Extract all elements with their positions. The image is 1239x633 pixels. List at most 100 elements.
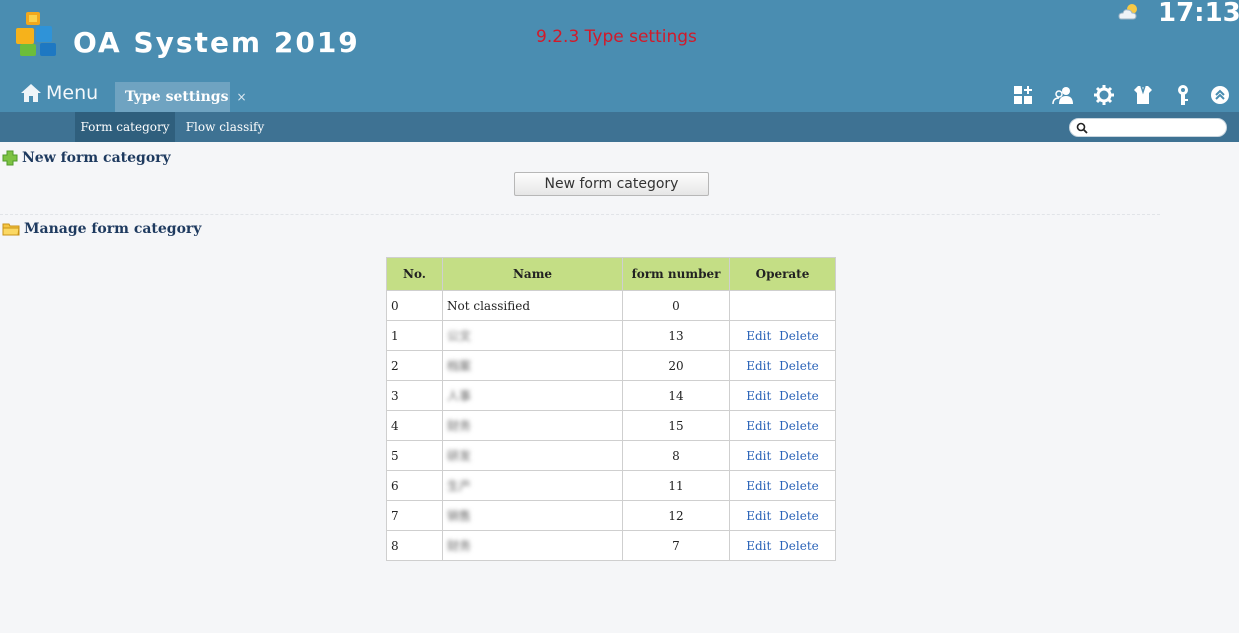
clock: 17:13	[1158, 0, 1239, 28]
row-name: 研发	[447, 449, 472, 463]
table-row: 7 销售 12 Edit Delete	[386, 500, 836, 531]
row-name: 销售	[447, 509, 472, 523]
table-header-row: No. Name form number Operate	[386, 257, 836, 291]
edit-link[interactable]: Edit	[746, 389, 771, 403]
tab-label: Type settings	[125, 89, 229, 105]
row-no: 8	[386, 530, 443, 561]
app-logo-icon	[16, 12, 56, 56]
row-operate-cell: Edit Delete	[729, 410, 836, 441]
online-users-icon[interactable]	[1052, 84, 1074, 106]
column-header-form-number: form number	[622, 257, 730, 291]
row-operate-cell	[729, 290, 836, 321]
row-name: Not classified	[442, 290, 623, 321]
search-icon	[1076, 122, 1088, 134]
column-header-no: No.	[386, 257, 443, 291]
table-row: 4 财务 15 Edit Delete	[386, 410, 836, 441]
new-category-heading-text: New form category	[22, 150, 171, 166]
apps-add-icon[interactable]	[1012, 84, 1034, 106]
main-menu-button[interactable]: Menu	[20, 80, 98, 106]
column-header-name: Name	[442, 257, 623, 291]
edit-link[interactable]: Edit	[746, 509, 771, 523]
row-no: 0	[386, 290, 443, 321]
toolbar-icons	[1012, 84, 1232, 106]
delete-link[interactable]: Delete	[779, 449, 819, 463]
row-operate-cell: Edit Delete	[729, 530, 836, 561]
edit-link[interactable]: Edit	[746, 329, 771, 343]
row-no: 4	[386, 410, 443, 441]
gear-icon[interactable]	[1093, 84, 1115, 106]
edit-link[interactable]: Edit	[746, 359, 771, 373]
delete-link[interactable]: Delete	[779, 539, 819, 553]
app-title: OA System 2019	[73, 26, 360, 59]
row-name: 生产	[447, 479, 472, 493]
table-row: 1 公文 13 Edit Delete	[386, 320, 836, 351]
plus-icon	[2, 150, 18, 166]
delete-link[interactable]: Delete	[779, 509, 819, 523]
row-name: 公文	[447, 329, 472, 343]
search-box[interactable]	[1069, 118, 1227, 137]
top-header: OA System 2019 9.2.3 Type settings 17:13…	[0, 0, 1239, 112]
annotation-label: 9.2.3 Type settings	[536, 27, 697, 47]
row-name: 财务	[447, 539, 472, 553]
row-form-count: 15	[622, 410, 730, 441]
tab-close-icon[interactable]: ×	[236, 90, 246, 104]
edit-link[interactable]: Edit	[746, 449, 771, 463]
table-row: 2 档案 20 Edit Delete	[386, 350, 836, 381]
delete-link[interactable]: Delete	[779, 419, 819, 433]
new-form-category-button[interactable]: New form category	[514, 172, 709, 196]
table-row: 6 生产 11 Edit Delete	[386, 470, 836, 501]
row-form-count: 13	[622, 320, 730, 351]
sub-navigation: Form category Flow classify	[0, 112, 1239, 142]
row-form-count: 11	[622, 470, 730, 501]
row-form-count: 0	[622, 290, 730, 321]
form-category-table: No. Name form number Operate 0 Not class…	[386, 257, 836, 561]
tab-type-settings[interactable]: Type settings ×	[115, 82, 247, 112]
row-operate-cell: Edit Delete	[729, 320, 836, 351]
row-no: 6	[386, 470, 443, 501]
row-form-count: 12	[622, 500, 730, 531]
delete-link[interactable]: Delete	[779, 389, 819, 403]
row-no: 5	[386, 440, 443, 471]
edit-link[interactable]: Edit	[746, 419, 771, 433]
search-input[interactable]	[1090, 120, 1220, 135]
table-row: 0 Not classified 0	[386, 290, 836, 321]
delete-link[interactable]: Delete	[779, 359, 819, 373]
collapse-up-icon[interactable]	[1209, 84, 1231, 106]
row-operate-cell: Edit Delete	[729, 350, 836, 381]
subtab-form-category[interactable]: Form category	[75, 112, 175, 142]
table-row: 3 人事 14 Edit Delete	[386, 380, 836, 411]
row-no: 1	[386, 320, 443, 351]
home-icon	[21, 84, 41, 102]
table-row: 8 财务 7 Edit Delete	[386, 530, 836, 561]
row-form-count: 7	[622, 530, 730, 561]
folder-icon	[2, 223, 20, 236]
row-form-count: 14	[622, 380, 730, 411]
manage-category-heading-text: Manage form category	[24, 221, 202, 237]
row-no: 2	[386, 350, 443, 381]
edit-link[interactable]: Edit	[746, 539, 771, 553]
weather-icon[interactable]	[1117, 2, 1141, 22]
delete-link[interactable]: Delete	[779, 479, 819, 493]
row-name: 人事	[447, 389, 472, 403]
row-name: 档案	[447, 359, 472, 373]
row-no: 7	[386, 500, 443, 531]
new-category-heading: New form category	[2, 150, 171, 166]
manage-category-heading: Manage form category	[2, 221, 201, 237]
row-operate-cell: Edit Delete	[729, 470, 836, 501]
column-header-operate: Operate	[729, 257, 836, 291]
row-operate-cell: Edit Delete	[729, 440, 836, 471]
menu-label: Menu	[46, 82, 99, 104]
skin-shirt-icon[interactable]	[1132, 84, 1154, 106]
key-icon[interactable]	[1172, 84, 1194, 106]
table-row: 5 研发 8 Edit Delete	[386, 440, 836, 471]
row-no: 3	[386, 380, 443, 411]
delete-link[interactable]: Delete	[779, 329, 819, 343]
row-form-count: 8	[622, 440, 730, 471]
row-name: 财务	[447, 419, 472, 433]
subtab-flow-classify[interactable]: Flow classify	[180, 112, 270, 142]
section-divider	[0, 214, 1160, 215]
edit-link[interactable]: Edit	[746, 479, 771, 493]
row-operate-cell: Edit Delete	[729, 500, 836, 531]
row-operate-cell: Edit Delete	[729, 380, 836, 411]
row-form-count: 20	[622, 350, 730, 381]
